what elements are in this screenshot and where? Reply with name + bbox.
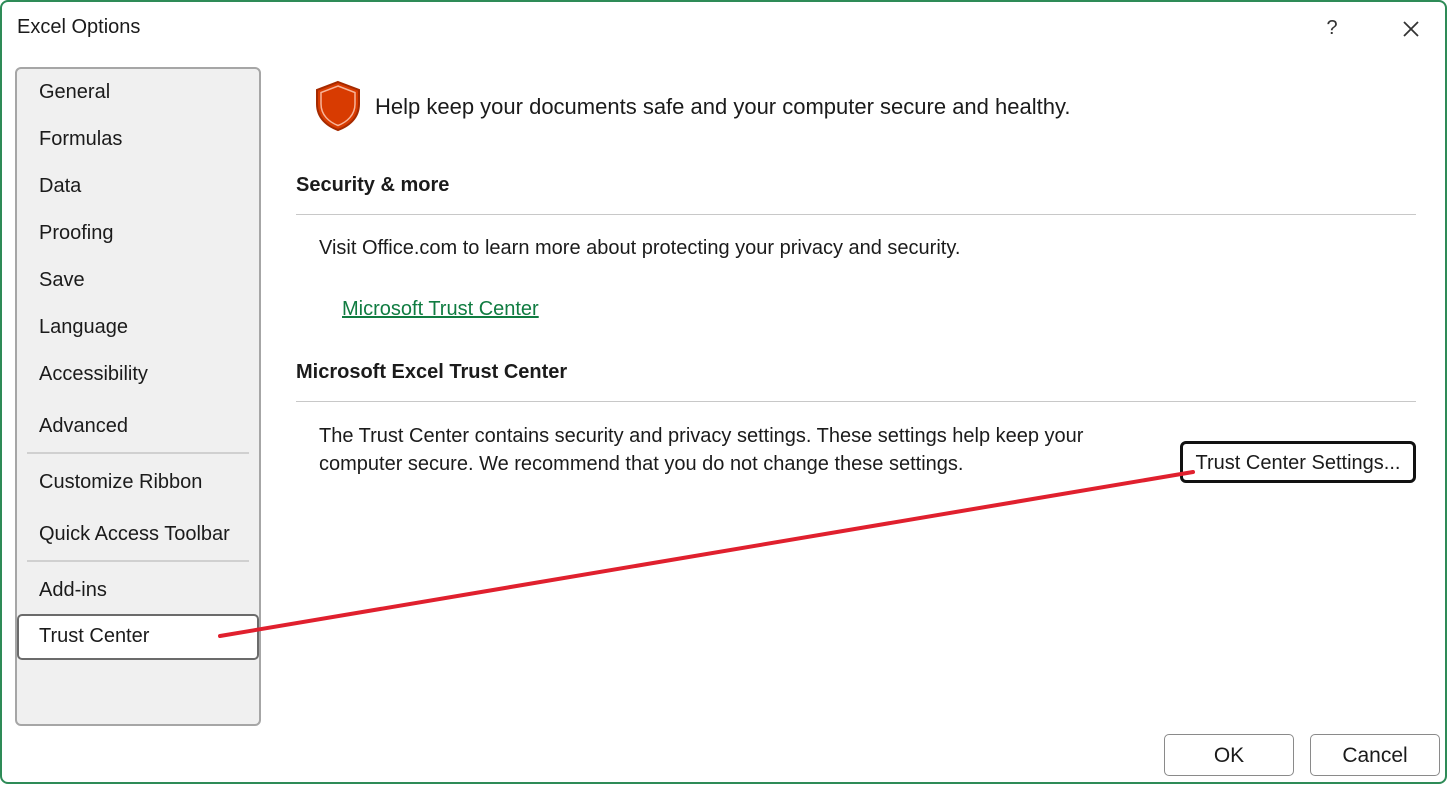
sidebar-item-advanced[interactable]: Advanced [39,415,128,438]
sidebar-item-general[interactable]: General [39,81,110,104]
shield-icon [316,80,360,132]
sidebar-separator [27,560,249,562]
sidebar-separator [27,452,249,454]
options-sidebar: General Formulas Data Proofing Save Lang… [15,67,261,726]
excel-options-dialog: Excel Options ? General Formulas Data Pr… [0,0,1447,784]
sidebar-item-customize-ribbon[interactable]: Customize Ribbon [39,471,202,494]
sidebar-item-quick-access-toolbar[interactable]: Quick Access Toolbar [39,523,230,546]
sidebar-item-trust-center[interactable]: Trust Center [17,614,259,660]
trust-center-description-line1: The Trust Center contains security and p… [319,425,1084,447]
ok-button[interactable]: OK [1164,734,1294,776]
close-button[interactable] [1394,12,1428,46]
page-headline: Help keep your documents safe and your c… [375,94,1071,119]
sidebar-item-language[interactable]: Language [39,316,128,339]
trust-center-description-line2: computer secure. We recommend that you d… [319,453,964,475]
sidebar-item-label: Trust Center [39,625,150,647]
section-divider [296,401,1416,402]
help-button[interactable]: ? [1320,14,1344,42]
sidebar-item-add-ins[interactable]: Add-ins [39,579,107,602]
sidebar-item-save[interactable]: Save [39,269,85,292]
sidebar-item-proofing[interactable]: Proofing [39,222,114,245]
sidebar-item-data[interactable]: Data [39,175,81,198]
window-title: Excel Options [17,16,141,38]
trust-center-settings-button[interactable]: Trust Center Settings... [1180,441,1416,483]
microsoft-trust-center-link[interactable]: Microsoft Trust Center [342,298,539,321]
trust-center-description: The Trust Center contains security and p… [319,422,1083,478]
section-divider [296,214,1416,215]
sidebar-item-formulas[interactable]: Formulas [39,128,122,151]
sidebar-item-accessibility[interactable]: Accessibility [39,363,148,386]
security-description: Visit Office.com to learn more about pro… [319,237,961,259]
cancel-button[interactable]: Cancel [1310,734,1440,776]
section-title-security: Security & more [296,174,450,196]
close-icon [1403,21,1419,37]
section-title-trust-center: Microsoft Excel Trust Center [296,361,568,383]
